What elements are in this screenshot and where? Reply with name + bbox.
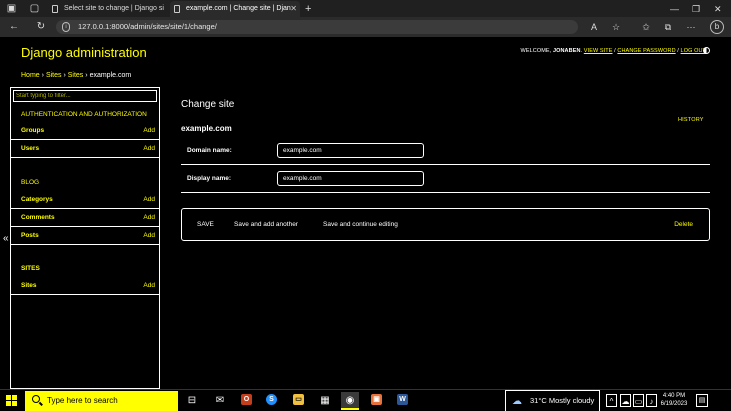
breadcrumb-current: example.com: [89, 72, 132, 79]
add-categorys-link[interactable]: Add: [143, 196, 155, 203]
view-site-link[interactable]: VIEW SITE: [584, 48, 613, 54]
task-view-icon[interactable]: ⊟: [183, 392, 201, 410]
word-icon[interactable]: W: [397, 394, 408, 405]
mail-icon[interactable]: ✉: [211, 392, 229, 410]
sidebar-item-posts[interactable]: Posts Add: [11, 227, 159, 245]
display-name-label: Display name:: [187, 175, 232, 182]
domain-name-label: Domain name:: [187, 147, 232, 154]
user-tools: WELCOME, JONABEN. VIEW SITE / CHANGE PAS…: [520, 48, 706, 54]
display-name-input[interactable]: [277, 171, 424, 186]
store-icon[interactable]: ▦: [316, 392, 334, 410]
url-field[interactable]: i 127.0.0.1:8000/admin/sites/site/1/chan…: [56, 20, 578, 34]
info-icon[interactable]: i: [62, 22, 70, 32]
theme-toggle-icon[interactable]: [703, 47, 710, 54]
favorites-icon[interactable]: ✩: [639, 17, 653, 37]
submit-row: SAVE Save and add another Save and conti…: [181, 208, 710, 241]
breadcrumb: Home › Sites › Sites › example.com: [21, 72, 132, 79]
minimize-icon[interactable]: —: [670, 1, 679, 17]
app-caption-auth[interactable]: AUTHENTICATION AND AUTHORIZATION: [21, 111, 147, 118]
favorite-star-icon[interactable]: ☆: [609, 17, 623, 37]
nav-sidebar: AUTHENTICATION AND AUTHORIZATION Groups …: [10, 87, 160, 389]
browser-address-bar: ← ↻ i 127.0.0.1:8000/admin/sites/site/1/…: [0, 17, 731, 37]
object-title: example.com: [181, 124, 232, 133]
save-add-another-button[interactable]: Save and add another: [234, 221, 298, 228]
edge-browser-icon[interactable]: ◉: [341, 392, 359, 410]
office-icon[interactable]: O: [241, 394, 252, 405]
collections-icon[interactable]: ⧉: [661, 17, 675, 37]
onedrive-icon[interactable]: ☁: [620, 394, 631, 407]
back-icon[interactable]: ←: [7, 17, 21, 37]
save-button[interactable]: SAVE: [197, 221, 214, 228]
search-icon: [32, 395, 40, 403]
refresh-icon[interactable]: ↻: [34, 17, 48, 37]
read-aloud-icon[interactable]: A: [587, 17, 601, 37]
history-link[interactable]: HISTORY: [678, 117, 704, 123]
sidebar-item-comments[interactable]: Comments Add: [11, 209, 159, 227]
form-row-display: Display name:: [181, 165, 710, 193]
cloud-icon: ☁: [512, 396, 522, 407]
sidebar-item-users[interactable]: Users Add: [11, 140, 159, 158]
bing-chat-icon[interactable]: b: [710, 20, 724, 34]
sidebar-item-groups[interactable]: Groups Add: [11, 122, 159, 140]
windows-start-icon[interactable]: [6, 395, 18, 407]
app-caption-blog[interactable]: BLOG: [21, 179, 39, 186]
add-users-link[interactable]: Add: [143, 145, 155, 152]
taskbar-search-box[interactable]: Type here to search: [25, 391, 178, 411]
volume-icon[interactable]: ♪: [646, 394, 657, 407]
username: JONABEN: [552, 48, 581, 54]
add-posts-link[interactable]: Add: [143, 232, 155, 239]
photos-icon[interactable]: ▣: [371, 394, 382, 405]
browser-tab-bar: ▣ ▢ Select site to change | Django si ex…: [0, 0, 731, 17]
file-explorer-icon[interactable]: ▭: [293, 394, 304, 405]
network-icon[interactable]: ▭: [633, 394, 644, 407]
add-sites-link[interactable]: Add: [143, 282, 155, 289]
page-icon: [52, 5, 58, 13]
delete-link[interactable]: Delete: [674, 221, 693, 228]
taskbar-clock[interactable]: 4:40 PM 6/19/2023: [658, 392, 690, 408]
add-comments-link[interactable]: Add: [143, 214, 155, 221]
taskbar: Type here to search ⊟ ✉ O S ▭ ▦ ◉ ▣ W ☁ …: [0, 389, 731, 411]
sidebar-filter-input[interactable]: [13, 90, 157, 102]
browser-menu-icon[interactable]: ▣: [5, 2, 18, 15]
sidebar-item-sites[interactable]: Sites Add: [11, 277, 159, 295]
app-caption-sites[interactable]: SITES: [21, 265, 40, 272]
skype-icon[interactable]: S: [266, 394, 277, 405]
new-tab-icon[interactable]: +: [305, 1, 311, 17]
more-menu-icon[interactable]: ···: [684, 17, 698, 37]
breadcrumb-home[interactable]: Home: [21, 72, 40, 79]
breadcrumb-app[interactable]: Sites: [46, 72, 62, 79]
add-groups-link[interactable]: Add: [143, 127, 155, 134]
sidebar-item-categorys[interactable]: Categorys Add: [11, 191, 159, 209]
close-tab-icon[interactable]: ✕: [290, 1, 297, 17]
site-branding[interactable]: Django administration: [21, 45, 147, 60]
restore-icon[interactable]: ❐: [692, 1, 700, 17]
save-continue-button[interactable]: Save and continue editing: [323, 221, 398, 228]
form-row-domain: Domain name:: [181, 137, 710, 165]
page-title: Change site: [181, 99, 235, 110]
url-text: 127.0.0.1:8000/admin/sites/site/1/change…: [78, 22, 217, 31]
close-window-icon[interactable]: ✕: [714, 1, 722, 17]
change-password-link[interactable]: CHANGE PASSWORD: [617, 48, 675, 54]
sidebar-collapse-toggle[interactable]: «: [3, 233, 9, 244]
page-icon: [174, 5, 180, 13]
tab-actions-icon[interactable]: ▢: [28, 2, 41, 15]
notifications-icon[interactable]: ▤: [696, 394, 708, 407]
browser-tab-select-site[interactable]: Select site to change | Django si: [48, 1, 166, 17]
show-hidden-icons-icon[interactable]: ^: [606, 394, 617, 407]
domain-name-input[interactable]: [277, 143, 424, 158]
browser-tab-change-site[interactable]: example.com | Change site | Djan ✕: [170, 1, 300, 17]
welcome-text: WELCOME,: [520, 48, 552, 54]
breadcrumb-model[interactable]: Sites: [68, 72, 84, 79]
weather-widget[interactable]: ☁ 31°C Mostly cloudy: [505, 390, 600, 411]
